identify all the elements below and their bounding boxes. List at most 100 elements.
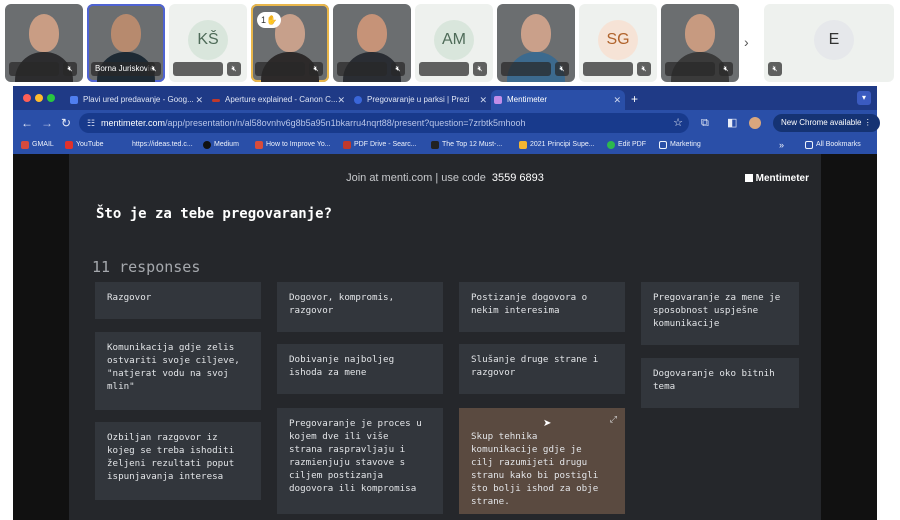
response-card: Dobivanje najboljeg ishoda za mene	[277, 344, 443, 394]
raised-hand-badge: 1✋	[257, 12, 282, 28]
browser-toolbar: ← → ↻ ☷ mentimeter.com/app/presentation/…	[13, 110, 880, 136]
bookmark-item[interactable]: GMAIL	[21, 136, 54, 154]
expand-icon[interactable]: ⤢	[610, 414, 617, 427]
participant-tile[interactable]: SG 🔇︎	[579, 4, 657, 82]
bookmark-item[interactable]: YouTube	[65, 136, 104, 154]
mic-muted-icon: 🔇︎	[555, 62, 569, 76]
reload-button[interactable]: ↻	[61, 115, 71, 131]
all-bookmarks-button[interactable]: All Bookmarks	[805, 136, 861, 154]
medium-icon	[203, 141, 211, 149]
participant-video	[29, 14, 59, 52]
mic-muted-icon: 🔇︎	[63, 62, 77, 76]
participant-tile[interactable]: E 🔇︎	[764, 4, 894, 82]
raised-hand-icon: ✋	[266, 15, 278, 25]
close-tab-icon[interactable]: ✕	[195, 90, 203, 110]
participant-tile[interactable]: 🔇︎	[497, 4, 575, 82]
bookmark-item[interactable]: The Top 12 Must-...	[431, 136, 502, 154]
participant-tile[interactable]: 🔇︎	[661, 4, 739, 82]
chrome-update-button[interactable]: New Chrome available ⋮	[773, 114, 880, 132]
youtube-icon	[65, 141, 73, 149]
folder-icon	[805, 141, 813, 149]
responses-count: 11 responses	[92, 258, 201, 276]
response-card: Pregovaranje za mene je sposobnost uspje…	[641, 282, 799, 345]
bookmark-item[interactable]: https://ideas.ted.c...	[121, 136, 193, 154]
sidebar-icon[interactable]: ◧	[727, 115, 737, 131]
browser-tab[interactable]: Aperture explained - Canon C... ✕	[209, 90, 349, 110]
bookmarks-bar: GMAIL YouTube https://ideas.ted.c... Med…	[13, 136, 877, 154]
response-card: Komunikacija gdje zelis ostvariti svoje …	[95, 332, 261, 410]
response-card-highlighted[interactable]: Skup tehnika komunikacije gdje je cilj r…	[459, 408, 625, 514]
new-tab-button[interactable]: +	[631, 90, 638, 108]
browser-tab-active[interactable]: Mentimeter ✕	[491, 90, 625, 110]
participant-name: Borna Juriskovic...	[91, 62, 155, 76]
browser-tab[interactable]: Plavi ured predavanje - Goog... ✕	[67, 90, 207, 110]
canon-icon	[212, 99, 220, 102]
mic-muted-icon: 🔇︎	[719, 62, 733, 76]
response-card: Pregovaranje je proces u kojem dve ili v…	[277, 408, 443, 514]
drive-icon	[519, 141, 527, 149]
page-content: Join at menti.com | use code 3559 6893 Me…	[13, 154, 877, 520]
response-card: Slušanje druge strane i razgovor	[459, 344, 625, 394]
bookmark-folder[interactable]: Marketing	[659, 136, 701, 154]
participant-tile[interactable]: Borna Juriskovic... 🔇︎	[87, 4, 165, 82]
participant-tile[interactable]: AM 🔇︎	[415, 4, 493, 82]
participant-name	[9, 62, 59, 76]
bookmark-star-icon[interactable]: ☆	[673, 113, 683, 133]
participant-name	[501, 62, 551, 76]
zoom-window-button[interactable]	[47, 94, 55, 102]
forward-button[interactable]: →	[41, 115, 53, 131]
join-code: 3559 6893	[491, 172, 544, 184]
participant-name	[173, 62, 223, 76]
browser-tab[interactable]: Pregovaranje u parksi | Prezi ✕	[351, 90, 491, 110]
url-path: /app/presentation/n/al58ovnhv6g8b5a95n1b…	[165, 118, 526, 128]
participant-initials: KŠ	[188, 20, 228, 60]
docs-icon	[70, 96, 78, 104]
participant-initials: SG	[598, 20, 638, 60]
close-window-button[interactable]	[23, 94, 31, 102]
site-icon	[431, 141, 439, 149]
gmail-icon	[21, 141, 29, 149]
mentimeter-icon	[494, 96, 502, 104]
bookmark-item[interactable]: Medium	[203, 136, 239, 154]
profile-avatar[interactable]	[749, 117, 761, 129]
mentimeter-slide: Join at menti.com | use code 3559 6893 Me…	[69, 154, 821, 520]
mic-muted-icon: 🔇︎	[147, 62, 161, 76]
participant-tile[interactable]: 1✋ 🔇︎	[251, 4, 329, 82]
participant-tile[interactable]: 🔇︎	[5, 4, 83, 82]
participant-name	[419, 62, 469, 76]
response-card: Dogovaranje oko bitnih tema	[641, 358, 799, 408]
bookmark-item[interactable]: PDF Drive - Searc...	[343, 136, 417, 154]
prezi-icon	[354, 96, 362, 104]
extensions-icon[interactable]: ⧉	[701, 115, 709, 131]
bookmark-item[interactable]: How to Improve Yo...	[255, 136, 331, 154]
bookmarks-overflow-button[interactable]: »	[779, 136, 784, 154]
site-settings-icon[interactable]: ☷	[87, 113, 95, 133]
close-tab-icon[interactable]: ✕	[479, 90, 487, 110]
response-card: Postizanje dogovora o nekim interesima	[459, 282, 625, 332]
edit-pdf-icon	[607, 141, 615, 149]
folder-icon	[659, 141, 667, 149]
mouse-cursor-icon: ➤	[543, 418, 552, 429]
pdf-drive-icon	[343, 141, 351, 149]
close-tab-icon[interactable]: ✕	[613, 90, 621, 110]
participant-strip: 🔇︎ Borna Juriskovic... 🔇︎ KŠ 🔇︎ 1✋ 🔇︎ 🔇︎…	[0, 0, 900, 86]
address-bar[interactable]: ☷ mentimeter.com/app/presentation/n/al58…	[79, 113, 689, 133]
participant-tile[interactable]: 🔇︎	[333, 4, 411, 82]
mentimeter-mark-icon	[744, 174, 753, 182]
bookmark-item[interactable]: Edit PDF	[607, 136, 646, 154]
bookmark-item[interactable]: 2021 Principi Supe...	[519, 136, 595, 154]
chevron-down-icon[interactable]: ▾	[857, 91, 871, 105]
participant-tile[interactable]: KŠ 🔇︎	[169, 4, 247, 82]
participant-initials: AM	[434, 20, 474, 60]
minimize-window-button[interactable]	[35, 94, 43, 102]
participant-name	[255, 62, 305, 76]
back-button[interactable]: ←	[21, 115, 33, 131]
tab-bar: Plavi ured predavanje - Goog... ✕ Apertu…	[13, 86, 877, 110]
browser-window: Plavi ured predavanje - Goog... ✕ Apertu…	[13, 86, 880, 520]
question-title: Što je za tebe pregovaranje?	[96, 206, 333, 222]
close-tab-icon[interactable]: ✕	[337, 90, 345, 110]
response-card: Razgovor	[95, 282, 261, 319]
response-card: Dogovor, kompromis, razgovor	[277, 282, 443, 332]
chevron-right-icon[interactable]: ›	[744, 34, 749, 50]
participant-name	[337, 62, 387, 76]
